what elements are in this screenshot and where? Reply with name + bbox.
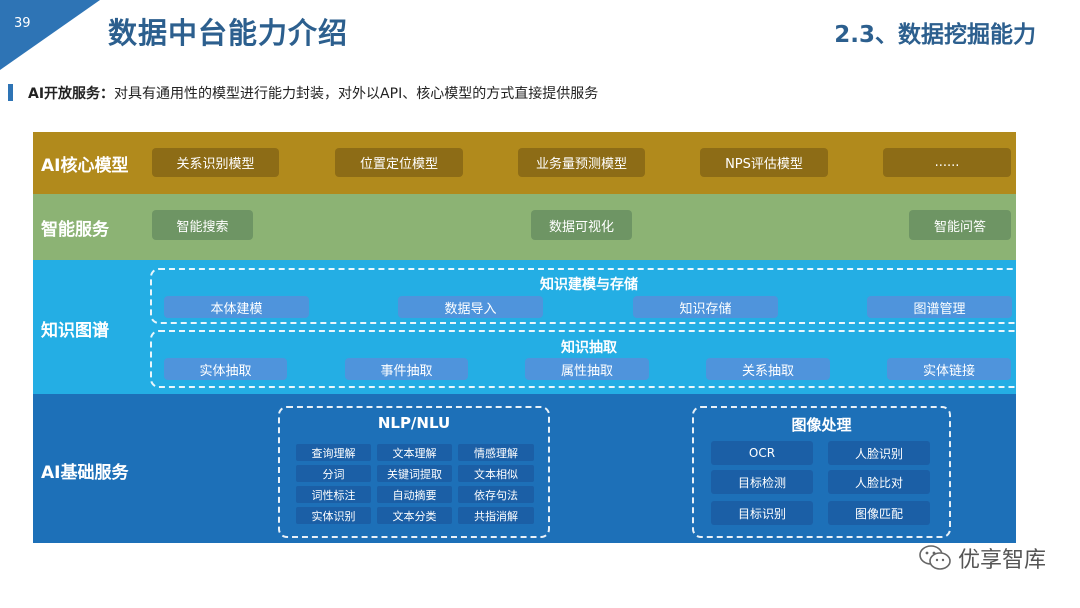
layer-knowledge-graph: 知识图谱 知识建模与存储 本体建模 数据导入 知识存储 图谱管理 知识抽取 实体… bbox=[33, 260, 1028, 394]
architecture-diagram: AI核心模型 关系识别模型 位置定位模型 业务量预测模型 NPS评估模型 ...… bbox=[33, 132, 1028, 543]
wechat-icon bbox=[918, 544, 952, 572]
page-number: 39 bbox=[14, 16, 31, 31]
nlp-chip: 文本理解 bbox=[377, 444, 452, 461]
layer-label-knowledge-graph: 知识图谱 bbox=[41, 321, 109, 341]
kg-chip: 知识存储 bbox=[633, 296, 778, 318]
nlp-chip: 依存句法 bbox=[458, 486, 534, 503]
nlp-chip: 分词 bbox=[296, 465, 371, 482]
kg-chip: 数据导入 bbox=[398, 296, 543, 318]
layer-ai-core-model: AI核心模型 关系识别模型 位置定位模型 业务量预测模型 NPS评估模型 ...… bbox=[33, 132, 1016, 194]
smart-service-chip: 智能搜索 bbox=[152, 210, 253, 240]
nlp-chip: 关键词提取 bbox=[377, 465, 452, 482]
nlp-chip: 词性标注 bbox=[296, 486, 371, 503]
layer-label-ai-core-model: AI核心模型 bbox=[41, 156, 129, 176]
kg-chip: 实体链接 bbox=[887, 358, 1011, 380]
core-model-chip: ...... bbox=[883, 148, 1011, 177]
core-model-chip: 位置定位模型 bbox=[335, 148, 463, 177]
lead-text: AI开放服务：对具有通用性的模型进行能力封装，对外以API、核心模型的方式直接提… bbox=[28, 83, 598, 103]
section-title: 2.3、数据挖掘能力 bbox=[834, 22, 1036, 48]
layer-ai-base-services: AI基础服务 NLP/NLU 查询理解 文本理解 情感理解 分词 关键词提取 文… bbox=[33, 394, 1016, 543]
kg-chip: 图谱管理 bbox=[867, 296, 1012, 318]
kg-chip: 关系抽取 bbox=[706, 358, 830, 380]
nlp-nlu-title: NLP/NLU bbox=[377, 414, 451, 432]
image-chip: 图像匹配 bbox=[828, 501, 930, 525]
lead-marker bbox=[8, 84, 13, 101]
nlp-chip: 文本相似 bbox=[458, 465, 534, 482]
nlp-chip: 自动摘要 bbox=[377, 486, 452, 503]
watermark: 优享智库 bbox=[918, 542, 1046, 574]
smart-service-chip: 数据可视化 bbox=[531, 210, 632, 240]
page-title: 数据中台能力介绍 bbox=[108, 16, 349, 50]
image-chip: 人脸识别 bbox=[828, 441, 930, 465]
core-model-chip: 关系识别模型 bbox=[152, 148, 279, 177]
kg-modeling-storage-title: 知识建模与存储 bbox=[540, 277, 638, 293]
watermark-text: 优享智库 bbox=[957, 548, 1046, 573]
kg-chip: 实体抽取 bbox=[164, 358, 287, 380]
image-chip: 目标检测 bbox=[711, 470, 813, 494]
kg-chip: 事件抽取 bbox=[345, 358, 468, 380]
lead-label: AI开放服务： bbox=[28, 86, 115, 102]
smart-service-chip: 智能问答 bbox=[909, 210, 1011, 240]
core-model-chip: NPS评估模型 bbox=[700, 148, 828, 177]
image-chip: 目标识别 bbox=[711, 501, 813, 525]
nlp-chip: 共指消解 bbox=[458, 507, 534, 524]
layer-label-smart-services: 智能服务 bbox=[41, 220, 109, 240]
nlp-chip: 实体识别 bbox=[296, 507, 371, 524]
kg-extraction-title: 知识抽取 bbox=[561, 340, 617, 356]
image-processing-title: 图像处理 bbox=[791, 416, 852, 434]
nlp-chip: 查询理解 bbox=[296, 444, 371, 461]
core-model-chip: 业务量预测模型 bbox=[518, 148, 645, 177]
kg-chip: 属性抽取 bbox=[525, 358, 649, 380]
image-chip: 人脸比对 bbox=[828, 470, 930, 494]
kg-chip: 本体建模 bbox=[164, 296, 309, 318]
nlp-chip: 文本分类 bbox=[377, 507, 452, 524]
nlp-chip: 情感理解 bbox=[458, 444, 534, 461]
layer-label-ai-base-services: AI基础服务 bbox=[41, 463, 129, 483]
corner-accent bbox=[0, 0, 100, 70]
layer-smart-services: 智能服务 智能搜索 数据可视化 智能问答 bbox=[33, 194, 1016, 260]
image-chip: OCR bbox=[711, 441, 813, 465]
lead-body: 对具有通用性的模型进行能力封装，对外以API、核心模型的方式直接提供服务 bbox=[114, 86, 599, 102]
